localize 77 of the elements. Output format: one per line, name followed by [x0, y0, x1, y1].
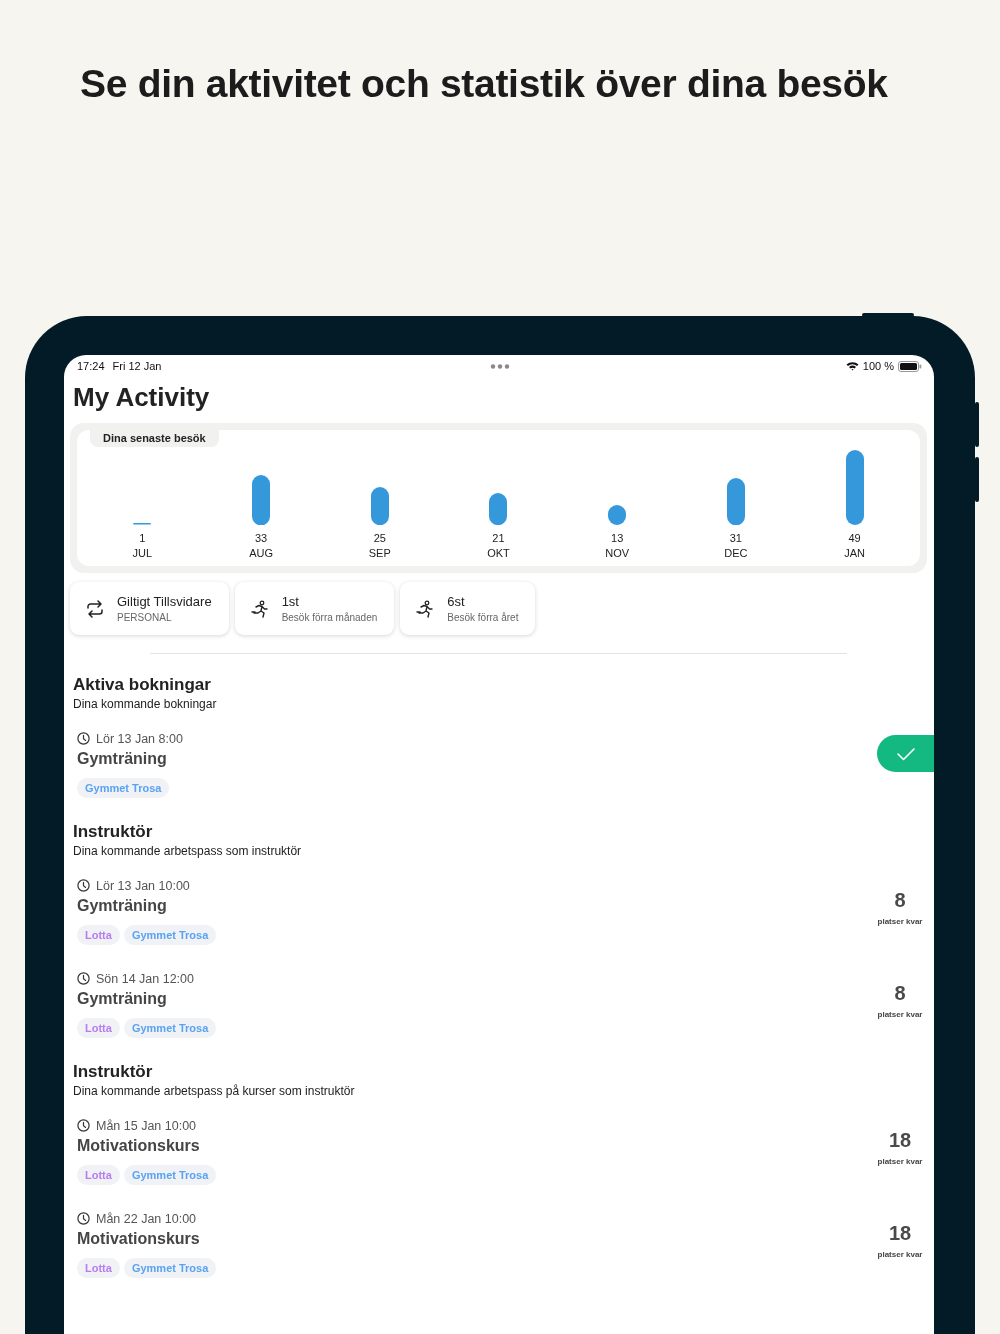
tag: Lotta: [77, 1164, 120, 1185]
stat-value: 6st: [447, 594, 466, 609]
tag: Gymmet Trosa: [77, 777, 170, 798]
chart-bar: [608, 505, 627, 525]
tag: Lotta: [77, 1257, 120, 1278]
section-heading: Instruktör: [73, 1062, 154, 1082]
bar-value-label: 13: [611, 531, 624, 545]
battery-percent: 100 %: [862, 360, 894, 372]
spots-label: platser kvar: [877, 1157, 923, 1166]
axis-label: OKT: [487, 546, 510, 560]
running-person-icon: [249, 599, 270, 618]
spots-count: 18: [888, 1222, 912, 1245]
running-person-icon: [415, 599, 436, 618]
spots-count: 8: [894, 889, 906, 912]
bar-value-label: 33: [254, 531, 268, 545]
more-dots-icon: [489, 363, 510, 369]
axis-label: DEC: [724, 546, 748, 560]
check-icon: [895, 746, 916, 761]
tag: Lotta: [77, 924, 120, 945]
chart-bar: [252, 474, 271, 525]
session-time: Mån 15 Jan 10:00: [96, 1118, 197, 1133]
bar-value-label: 25: [373, 531, 386, 545]
spots-label: platser kvar: [877, 917, 923, 926]
section-subtitle: Dina kommande bokningar: [73, 697, 218, 711]
tag: Gymmet Trosa: [123, 1164, 217, 1185]
session-name: Motivationskurs: [77, 1136, 201, 1155]
clock-icon: [77, 1119, 90, 1132]
spots-label: platser kvar: [877, 1250, 923, 1259]
tag: Gymmet Trosa: [123, 924, 217, 945]
session-time: Lör 13 Jan 8:00: [96, 731, 183, 746]
axis-label: SEP: [368, 546, 391, 560]
tag: Gymmet Trosa: [123, 1017, 217, 1038]
wifi-icon: [845, 361, 859, 371]
tag: Lotta: [77, 1017, 120, 1038]
bar-value-label: 31: [729, 531, 742, 545]
repeat-icon: [85, 599, 105, 618]
page-title: My Activity: [73, 382, 211, 413]
chart-bar: [726, 477, 745, 525]
bar-value-label: 49: [848, 531, 861, 545]
section-subtitle: Dina kommande arbetspass på kurser som instruktör: [73, 1084, 356, 1098]
chart-bar: [370, 486, 389, 525]
stat-label: PERSONAL: [117, 612, 173, 623]
stat-value: 1st: [281, 594, 300, 609]
section-subtitle: Dina kommande arbetspass som instruktör: [73, 844, 303, 858]
clock-icon: [77, 1212, 90, 1225]
clock-icon: [77, 732, 90, 745]
clock-icon: [77, 879, 90, 892]
spots-count: 8: [894, 982, 906, 1005]
chart-bar: [489, 492, 508, 525]
spots-count: 18: [888, 1129, 912, 1152]
battery-icon: [898, 360, 922, 372]
spots-label: platser kvar: [877, 1010, 923, 1019]
axis-label: JUL: [132, 546, 153, 560]
axis-label: AUG: [249, 546, 273, 560]
clock-icon: [77, 972, 90, 985]
tag: Gymmet Trosa: [123, 1257, 217, 1278]
session-name: Gymträning: [77, 989, 168, 1008]
bar-value-label: 21: [492, 531, 505, 545]
stat-value: Giltigt Tillsvidare: [117, 594, 212, 609]
axis-label: NOV: [605, 546, 630, 560]
session-name: Gymträning: [77, 896, 168, 915]
stat-label: Besök förra året: [447, 612, 519, 623]
status-date: Fri 12 Jan: [112, 360, 162, 372]
session-name: Motivationskurs: [77, 1229, 201, 1248]
session-time: Lör 13 Jan 10:00: [96, 878, 190, 893]
confirm-button[interactable]: [877, 735, 934, 772]
section-heading: Instruktör: [73, 822, 154, 842]
session-time: Mån 22 Jan 10:00: [96, 1211, 197, 1226]
session-name: Gymträning: [77, 749, 168, 768]
bar-value-label: 1: [139, 531, 146, 545]
stat-label: Besök förra månaden: [281, 612, 378, 623]
status-time: 17:24: [77, 360, 105, 372]
session-time: Sön 14 Jan 12:00: [96, 971, 194, 986]
section-heading: Aktiva bokningar: [73, 675, 212, 695]
headline: Se din aktivitet och statistik över dina besök: [80, 62, 888, 106]
axis-label: JAN: [844, 546, 865, 560]
chart-label: Dina senaste besök: [90, 430, 219, 447]
